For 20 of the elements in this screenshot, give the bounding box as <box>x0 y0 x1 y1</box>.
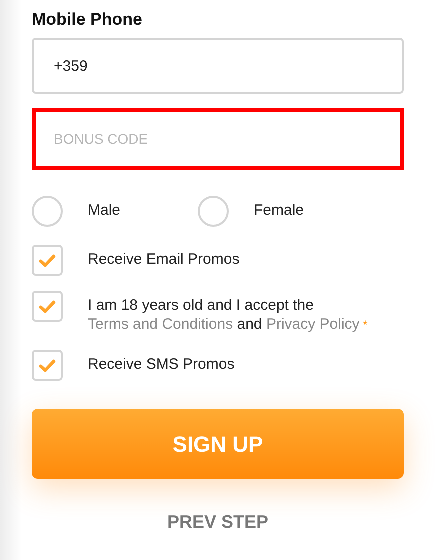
radio-label: Female <box>254 201 304 222</box>
sign-up-button[interactable]: SIGN UP <box>32 409 404 479</box>
radio-button[interactable] <box>198 196 229 227</box>
checkbox-label: Receive SMS Promos <box>88 355 236 374</box>
checkbox[interactable] <box>32 291 63 322</box>
checkbox-label: I am 18 years old and I accept the Terms and Conditions and Privacy Policy * <box>88 296 369 335</box>
checkbox-label: Receive Email Promos <box>88 250 241 269</box>
bonus-code-field[interactable]: BONUS CODE <box>32 108 404 170</box>
radio-button[interactable] <box>32 196 63 227</box>
checkbox[interactable] <box>32 350 63 381</box>
prev-step-button[interactable]: PREV STEP <box>167 509 269 536</box>
link[interactable]: Privacy Policy <box>266 316 360 333</box>
check-icon <box>39 254 56 268</box>
check-icon <box>39 358 56 372</box>
link[interactable]: Terms and Conditions <box>88 316 234 333</box>
checkbox[interactable] <box>32 245 63 276</box>
field-label: Mobile Phone <box>32 9 144 31</box>
check-icon <box>39 300 56 314</box>
radio-label: Male <box>88 201 121 222</box>
phone-field[interactable]: +359 <box>32 38 404 94</box>
